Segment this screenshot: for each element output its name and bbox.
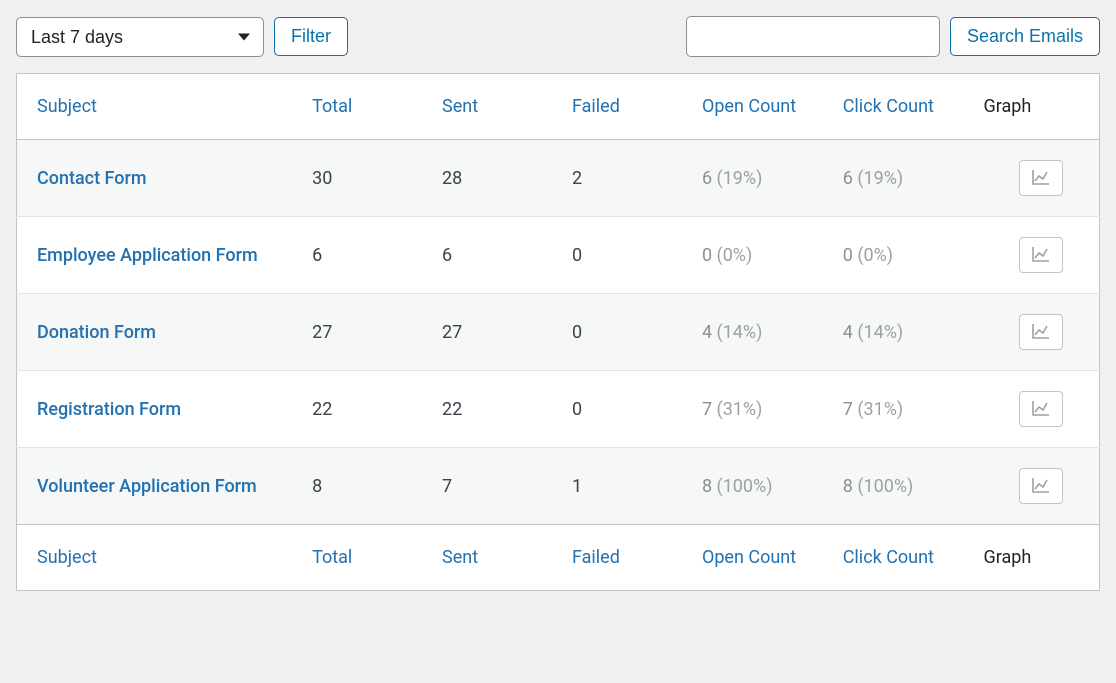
email-report-table: Subject Total Sent Failed Open Count Cli… — [16, 73, 1100, 591]
column-click-count-sort-footer[interactable]: Click Count — [843, 547, 934, 568]
table-row: Donation Form272704 (14%)4 (14%) — [17, 294, 1100, 371]
graph-button[interactable] — [1019, 468, 1063, 504]
open-count-value: 4 — [702, 322, 712, 343]
chart-line-icon — [1032, 169, 1050, 188]
table-row: Contact Form302826 (19%)6 (19%) — [17, 140, 1100, 217]
date-range-select[interactable]: Last 7 days — [16, 17, 264, 57]
toolbar-left: Last 7 days Filter — [16, 17, 348, 57]
chart-line-icon — [1032, 323, 1050, 342]
subject-link[interactable]: Volunteer Application Form — [37, 476, 257, 497]
subject-link[interactable]: Donation Form — [37, 322, 156, 343]
column-total-sort-footer[interactable]: Total — [312, 547, 352, 568]
click-count-pct: (19%) — [857, 168, 903, 189]
graph-button[interactable] — [1019, 237, 1063, 273]
column-subject-sort-footer[interactable]: Subject — [37, 547, 97, 568]
column-graph-label-footer: Graph — [984, 547, 1032, 568]
failed-value: 1 — [572, 476, 582, 497]
graph-button[interactable] — [1019, 391, 1063, 427]
open-count-pct: (0%) — [717, 245, 753, 266]
graph-button[interactable] — [1019, 314, 1063, 350]
toolbar-right: Search Emails — [686, 16, 1100, 57]
click-count-pct: (31%) — [857, 399, 903, 420]
sent-value: 6 — [442, 245, 452, 266]
column-sent-sort[interactable]: Sent — [442, 96, 478, 117]
filter-button[interactable]: Filter — [274, 17, 348, 56]
table-footer-row: Subject Total Sent Failed Open Count Cli… — [17, 525, 1100, 591]
total-value: 22 — [312, 399, 332, 420]
open-count-value: 7 — [702, 399, 712, 420]
click-count-pct: (100%) — [857, 476, 913, 497]
total-value: 30 — [312, 168, 332, 189]
click-count-value: 7 — [843, 399, 853, 420]
open-count-value: 0 — [702, 245, 712, 266]
chart-line-icon — [1032, 477, 1050, 496]
chart-line-icon — [1032, 246, 1050, 265]
column-open-count-sort-footer[interactable]: Open Count — [702, 547, 796, 568]
subject-link[interactable]: Registration Form — [37, 399, 181, 420]
failed-value: 2 — [572, 168, 582, 189]
click-count-value: 0 — [843, 245, 853, 266]
open-count-pct: (100%) — [717, 476, 773, 497]
open-count-value: 6 — [702, 168, 712, 189]
column-sent-sort-footer[interactable]: Sent — [442, 547, 478, 568]
total-value: 8 — [312, 476, 322, 497]
failed-value: 0 — [572, 322, 582, 343]
column-click-count-sort[interactable]: Click Count — [843, 96, 934, 117]
click-count-value: 6 — [843, 168, 853, 189]
column-total-sort[interactable]: Total — [312, 96, 352, 117]
total-value: 6 — [312, 245, 322, 266]
column-subject-sort[interactable]: Subject — [37, 96, 97, 117]
failed-value: 0 — [572, 245, 582, 266]
failed-value: 0 — [572, 399, 582, 420]
open-count-pct: (31%) — [717, 399, 763, 420]
table-row: Registration Form222207 (31%)7 (31%) — [17, 371, 1100, 448]
table-header-row: Subject Total Sent Failed Open Count Cli… — [17, 74, 1100, 140]
subject-link[interactable]: Contact Form — [37, 168, 147, 189]
toolbar-region: Last 7 days Filter Search Emails — [16, 16, 1100, 57]
sent-value: 7 — [442, 476, 452, 497]
open-count-pct: (19%) — [717, 168, 763, 189]
sent-value: 27 — [442, 322, 462, 343]
column-graph-label: Graph — [984, 96, 1032, 117]
column-failed-sort[interactable]: Failed — [572, 96, 620, 117]
click-count-pct: (14%) — [857, 322, 903, 343]
open-count-value: 8 — [702, 476, 712, 497]
column-open-count-sort[interactable]: Open Count — [702, 96, 796, 117]
column-failed-sort-footer[interactable]: Failed — [572, 547, 620, 568]
sent-value: 22 — [442, 399, 462, 420]
total-value: 27 — [312, 322, 332, 343]
click-count-pct: (0%) — [857, 245, 893, 266]
table-row: Volunteer Application Form8718 (100%)8 (… — [17, 448, 1100, 525]
table-row: Employee Application Form6600 (0%)0 (0%) — [17, 217, 1100, 294]
search-emails-button[interactable]: Search Emails — [950, 17, 1100, 56]
search-input[interactable] — [686, 16, 940, 57]
sent-value: 28 — [442, 168, 462, 189]
graph-button[interactable] — [1019, 160, 1063, 196]
subject-link[interactable]: Employee Application Form — [37, 245, 258, 266]
open-count-pct: (14%) — [717, 322, 763, 343]
date-range-select-wrap: Last 7 days — [16, 17, 264, 57]
click-count-value: 4 — [843, 322, 853, 343]
click-count-value: 8 — [843, 476, 853, 497]
chart-line-icon — [1032, 400, 1050, 419]
